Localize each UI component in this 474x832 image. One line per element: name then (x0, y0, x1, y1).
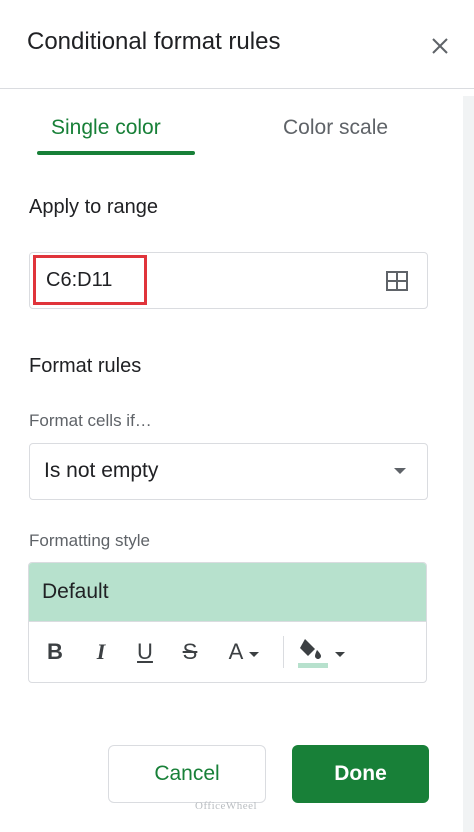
toolbar-divider (283, 636, 284, 668)
chevron-down-icon (249, 651, 260, 657)
scrollbar[interactable] (463, 96, 474, 832)
condition-value: Is not empty (44, 459, 159, 482)
active-tab-indicator (37, 151, 195, 155)
tab-single-color[interactable]: Single color (51, 116, 161, 140)
formatting-style-box: Default B I U S A (28, 562, 427, 683)
underline-button[interactable]: U (129, 622, 161, 682)
style-toolbar: B I U S A (29, 621, 426, 682)
range-input[interactable]: C6:D11 (29, 252, 428, 309)
tab-color-scale[interactable]: Color scale (283, 116, 388, 140)
italic-button[interactable]: I (85, 622, 117, 682)
select-range-grid-icon[interactable] (385, 270, 409, 292)
close-icon (432, 38, 448, 54)
fill-color-button[interactable] (293, 622, 349, 682)
chevron-down-icon (335, 651, 345, 657)
format-rules-heading: Format rules (29, 355, 142, 377)
dropdown-arrow-icon (394, 468, 406, 474)
panel-title: Conditional format rules (27, 28, 281, 55)
range-value[interactable]: C6:D11 (46, 269, 112, 292)
strikethrough-button[interactable]: S (174, 622, 206, 682)
formatting-style-label: Formatting style (29, 531, 150, 550)
cancel-button[interactable]: Cancel (108, 745, 266, 803)
apply-to-range-label: Apply to range (29, 196, 158, 218)
bold-button[interactable]: B (39, 622, 71, 682)
format-cells-if-label: Format cells if… (29, 411, 152, 430)
done-button[interactable]: Done (292, 745, 429, 803)
panel-header: Conditional format rules (0, 0, 474, 89)
style-preview[interactable]: Default (29, 563, 426, 621)
style-preview-label: Default (42, 580, 109, 603)
condition-dropdown[interactable]: Is not empty (29, 443, 428, 500)
close-button[interactable] (424, 30, 456, 62)
text-color-button[interactable]: A (219, 622, 269, 682)
paint-bucket-icon (298, 639, 328, 668)
watermark: OfficeWheel (195, 800, 258, 812)
text-color-label: A (228, 639, 244, 664)
